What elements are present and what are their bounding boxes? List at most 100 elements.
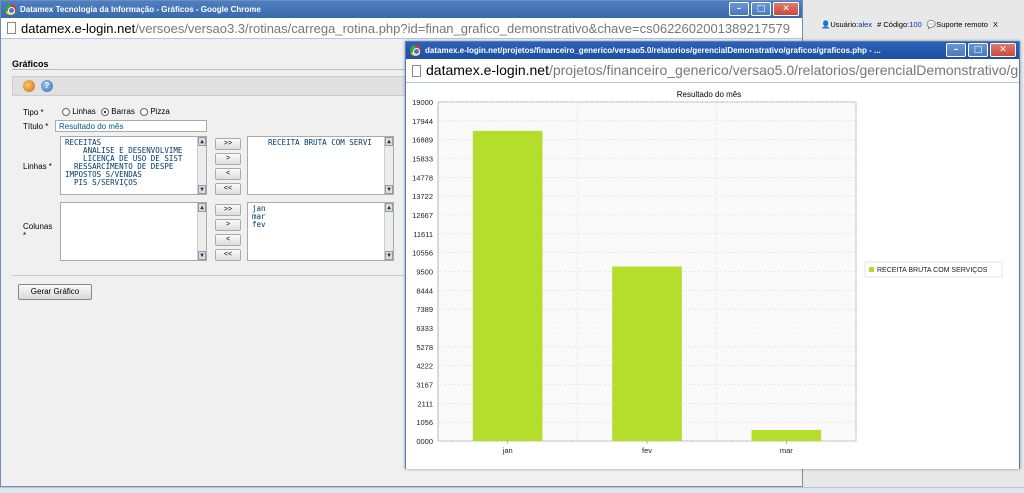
y-tick-label: 19000 <box>412 98 433 107</box>
section-divider <box>12 69 407 70</box>
colunas-selected-item[interactable]: jan <box>252 205 389 213</box>
legend-swatch <box>869 267 874 272</box>
form-toolbar: ? <box>12 76 407 96</box>
linhas-move-left-button[interactable]: < <box>215 168 241 180</box>
user-info-bar: 👤Usuário:alex # Código:100 💬Suporte remo… <box>821 20 998 29</box>
linhas-label: Linhas * <box>23 162 52 171</box>
minimize-button[interactable]: – <box>729 2 749 16</box>
gerar-grafico-button[interactable]: Gerar Gráfico <box>18 284 92 300</box>
extra-link[interactable]: X <box>993 20 998 29</box>
section-title: Gráficos <box>12 59 49 69</box>
radio-barras-label: Barras <box>111 107 135 116</box>
y-tick-label: 4222 <box>416 362 433 371</box>
popup-window-title: datamex.e-login.net/projetos/financeiro_… <box>425 46 881 55</box>
y-tick-label: 13722 <box>412 192 433 201</box>
colunas-selected-scrollbar[interactable]: ▲ ▼ <box>384 203 393 260</box>
background-strip <box>0 487 1024 493</box>
linhas-selected-item[interactable]: RECEITA BRUTA COM SERVI <box>268 139 389 147</box>
y-tick-label: 0000 <box>416 437 433 446</box>
linhas-selected-scrollbar[interactable]: ▲ ▼ <box>384 137 393 194</box>
bg-window-title: Datamex Tecnologia da Informação - Gráfi… <box>20 5 261 14</box>
y-tick-label: 8444 <box>416 286 433 295</box>
tipo-radio-group: Linhas Barras Pizza <box>62 107 170 116</box>
popup-url-host: datamex.e-login.net <box>426 62 549 78</box>
titulo-label: Título * <box>23 122 49 131</box>
linhas-move-buttons: >> > < << <box>215 138 241 195</box>
x-tick-label: mar <box>780 446 793 455</box>
x-tick-label: jan <box>502 446 513 455</box>
radio-linhas-label: Linhas <box>72 107 96 116</box>
colunas-available-list[interactable]: ▲ ▼ <box>60 202 207 261</box>
refresh-icon[interactable] <box>23 80 35 92</box>
radio-linhas[interactable] <box>62 107 70 116</box>
y-tick-label: 7389 <box>416 305 433 314</box>
popup-maximize-button[interactable]: □ <box>968 43 988 57</box>
colunas-move-all-left-button[interactable]: << <box>215 249 241 261</box>
colunas-label: Colunas <box>23 222 53 231</box>
radio-pizza[interactable] <box>140 107 149 116</box>
bar-mar[interactable] <box>751 429 822 441</box>
linhas-move-right-button[interactable]: > <box>215 153 241 165</box>
linhas-available-scrollbar[interactable]: ▲ ▼ <box>197 137 206 194</box>
suporte-remoto-link[interactable]: Suporte remoto <box>936 20 988 29</box>
help-icon[interactable]: ? <box>41 80 53 92</box>
y-tick-label: 10556 <box>412 249 433 258</box>
bg-url-host: datamex.e-login.net <box>21 20 136 36</box>
bar-fev[interactable] <box>612 266 682 441</box>
colunas-selected-item[interactable]: mar <box>252 213 389 221</box>
y-tick-label: 11611 <box>413 230 433 239</box>
popup-address-bar[interactable]: datamex.e-login.net/projetos/financeiro_… <box>406 59 1019 83</box>
y-tick-label: 2111 <box>417 399 433 408</box>
colunas-move-left-button[interactable]: < <box>215 234 241 246</box>
bg-address-bar[interactable]: datamex.e-login.net/versoes/versao3.3/ro… <box>1 18 802 39</box>
y-tick-label: 3167 <box>416 381 433 390</box>
y-tick-label: 9500 <box>416 268 433 277</box>
y-tick-label: 16889 <box>412 136 433 145</box>
popup-titlebar: datamex.e-login.net/projetos/financeiro_… <box>406 42 1019 59</box>
page-icon <box>7 22 16 34</box>
popup-url-path: /projetos/financeiro_generico/versao5.0/… <box>548 62 1019 78</box>
bar-chart: Resultado do mês 19000 17944 16889 15833 147… <box>406 84 1019 469</box>
y-tick-label: 17944 <box>412 117 433 126</box>
codigo-label: # Código: <box>877 20 910 29</box>
titulo-input[interactable] <box>55 120 207 132</box>
chrome-icon <box>5 4 16 15</box>
y-tick-label: 5278 <box>416 343 433 352</box>
y-tick-label: 12667 <box>412 211 433 220</box>
maximize-button[interactable]: □ <box>751 2 771 16</box>
radio-pizza-label: Pizza <box>150 107 170 116</box>
radio-barras[interactable] <box>101 107 110 116</box>
popup-minimize-button[interactable]: – <box>946 43 966 57</box>
linhas-selected-list[interactable]: RECEITA BRUTA COM SERVI ▲ ▼ <box>247 136 394 195</box>
chrome-icon <box>410 45 421 56</box>
x-tick-label: fev <box>642 446 652 455</box>
linhas-move-all-right-button[interactable]: >> <box>215 138 241 150</box>
colunas-available-scrollbar[interactable]: ▲ ▼ <box>197 203 206 260</box>
bg-titlebar: Datamex Tecnologia da Informação - Gráfi… <box>1 1 802 18</box>
close-button[interactable]: ✕ <box>773 2 799 16</box>
linhas-available-item[interactable]: PIS S/SERVIÇOS <box>65 179 202 187</box>
colunas-selected-item[interactable]: fev <box>252 221 389 229</box>
y-tick-label: 6333 <box>416 324 433 333</box>
tipo-label: Tipo * <box>23 108 44 117</box>
support-icon: 💬 <box>926 20 937 29</box>
colunas-move-all-right-button[interactable]: >> <box>215 204 241 216</box>
usuario-label: Usuário: <box>830 20 859 29</box>
colunas-required-mark: * <box>23 231 27 240</box>
colunas-move-right-button[interactable]: > <box>215 219 241 231</box>
popup-close-button[interactable]: ✕ <box>990 43 1016 57</box>
y-tick-label: 1056 <box>416 418 433 427</box>
colunas-selected-list[interactable]: jan mar fev ▲ ▼ <box>247 202 394 261</box>
usuario-value[interactable]: alex <box>858 20 872 29</box>
legend-label: RECEITA BRUTA COM SERVIÇOS <box>877 267 988 274</box>
linhas-move-all-left-button[interactable]: << <box>215 183 241 195</box>
linhas-available-list[interactable]: RECEITAS ANALISE E DESENVOLVIME LICENÇA … <box>60 136 207 195</box>
chart-title: Resultado do mês <box>677 90 741 99</box>
bar-jan[interactable] <box>472 130 543 441</box>
y-tick-label: 14778 <box>412 173 433 182</box>
page-icon <box>412 64 421 77</box>
popup-browser-window: datamex.e-login.net/projetos/financeiro_… <box>405 41 1020 469</box>
user-icon: 👤 <box>821 20 831 29</box>
colunas-move-buttons: >> > < << <box>215 204 241 261</box>
y-tick-label: 15833 <box>412 155 433 164</box>
